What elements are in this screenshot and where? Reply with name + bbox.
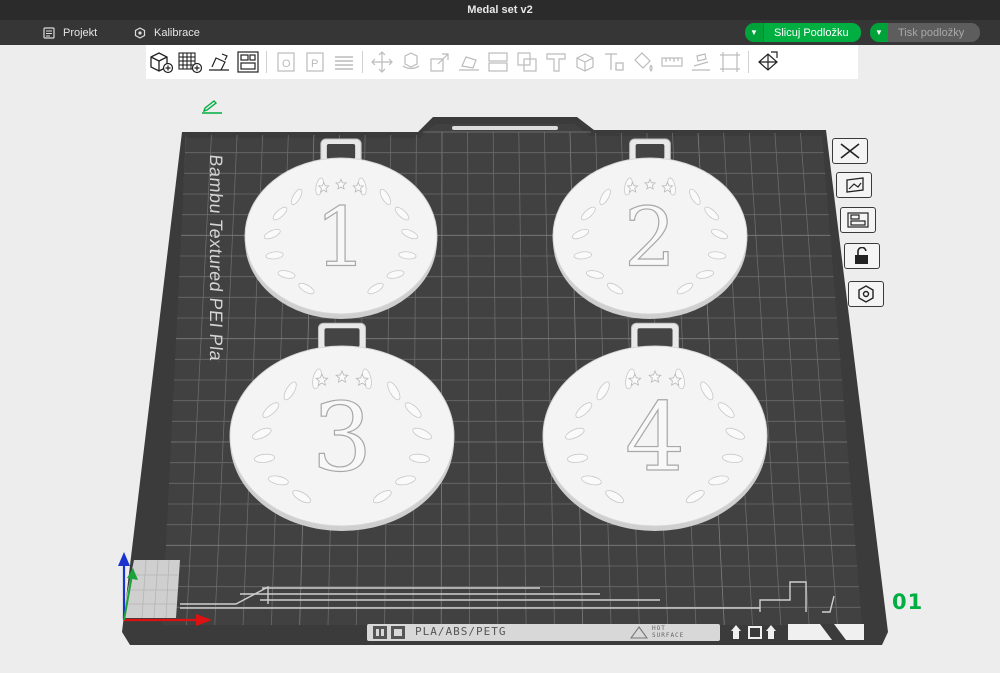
medal-hanger-hole bbox=[326, 144, 356, 159]
boolean-icon[interactable] bbox=[512, 48, 541, 77]
object-settings-icon[interactable]: O bbox=[271, 48, 300, 77]
medal-hanger-hole bbox=[637, 328, 673, 347]
bambu-logo-icon bbox=[373, 626, 405, 639]
medal-number: 4 bbox=[625, 383, 685, 493]
pick-plate-button[interactable] bbox=[836, 172, 872, 198]
add-cube-icon[interactable] bbox=[146, 48, 175, 77]
move-icon[interactable] bbox=[367, 48, 396, 77]
hot-surface-label: HOT SURFACE bbox=[652, 625, 684, 639]
support-paint-icon[interactable] bbox=[541, 48, 570, 77]
medal-hanger-hole bbox=[635, 144, 665, 159]
warning-icon bbox=[630, 626, 648, 639]
slice-plate-label: Slicuj Podložku bbox=[764, 23, 861, 42]
slice-plate-button[interactable]: ▼ Slicuj Podložku bbox=[745, 23, 861, 42]
chevron-down-icon[interactable]: ▼ bbox=[745, 23, 764, 42]
lay-on-face-icon[interactable] bbox=[454, 48, 483, 77]
menu-calibration[interactable]: Kalibrace bbox=[134, 20, 200, 45]
close-plate-button[interactable] bbox=[832, 138, 868, 164]
calibration-icon bbox=[134, 26, 146, 39]
filament-types-label: PLA/ABS/PETG bbox=[415, 625, 507, 638]
emboss-icon[interactable] bbox=[715, 48, 744, 77]
print-plate-button[interactable]: ▼ Tisk podložky bbox=[870, 23, 981, 42]
print-plate-label: Tisk podložky bbox=[888, 23, 981, 42]
arrange-plate-button[interactable] bbox=[840, 207, 876, 233]
plate-bottom-label: PLA/ABS/PETG HOT SURFACE bbox=[367, 624, 720, 641]
plate-type-label: Bambu Textured PEI Plate bbox=[206, 154, 226, 362]
toolbar-divider bbox=[266, 51, 267, 73]
menu-project-label: Projekt bbox=[63, 26, 98, 39]
plate-settings-icon bbox=[858, 285, 874, 303]
toolbar-divider bbox=[362, 51, 363, 73]
plate-stripe-mark bbox=[788, 624, 864, 640]
toolbar: O P bbox=[146, 45, 858, 79]
hot-surface-line1: HOT bbox=[652, 625, 666, 632]
svg-text:O: O bbox=[282, 58, 291, 70]
medal-hanger-hole bbox=[324, 328, 360, 347]
lock-plate-button[interactable] bbox=[844, 243, 880, 269]
chevron-down-icon[interactable]: ▼ bbox=[870, 23, 888, 42]
plate-settings-icon[interactable]: P bbox=[300, 48, 329, 77]
plate-settings-button[interactable] bbox=[848, 281, 884, 307]
add-plate-grid-icon[interactable] bbox=[175, 48, 204, 77]
split-view-icon[interactable] bbox=[753, 48, 782, 77]
hot-surface-line2: SURFACE bbox=[652, 632, 685, 639]
lock-plate-icon bbox=[855, 247, 868, 264]
project-icon bbox=[43, 26, 55, 39]
svg-text:P: P bbox=[311, 58, 318, 70]
text-icon[interactable] bbox=[599, 48, 628, 77]
color-paint-icon[interactable] bbox=[628, 48, 657, 77]
window-title: Medal set v2 bbox=[467, 4, 533, 16]
auto-orient-icon[interactable] bbox=[204, 48, 233, 77]
build-plate-viewport[interactable]: 1 2 3 4 bbox=[0, 80, 1000, 673]
scale-icon[interactable] bbox=[425, 48, 454, 77]
window-title-bar: Medal set v2 bbox=[0, 0, 1000, 20]
toolbar-divider bbox=[748, 51, 749, 73]
medal-number: 2 bbox=[624, 191, 676, 286]
plate-type-text: Bambu Textured PEI Plate bbox=[206, 154, 226, 362]
rotate-icon[interactable] bbox=[396, 48, 425, 77]
medal-number: 1 bbox=[315, 191, 367, 286]
menu-calibration-label: Kalibrace bbox=[154, 26, 200, 39]
menu-project[interactable]: Projekt bbox=[43, 20, 97, 45]
assembly-icon[interactable] bbox=[686, 48, 715, 77]
seam-paint-icon[interactable] bbox=[570, 48, 599, 77]
arrange-plate-icon bbox=[847, 212, 869, 228]
measure-icon[interactable] bbox=[657, 48, 686, 77]
arrange-icon[interactable] bbox=[233, 48, 262, 77]
pick-plate-icon bbox=[846, 177, 864, 193]
cut-icon[interactable] bbox=[483, 48, 512, 77]
menu-bar: Projekt Kalibrace ▼ Slicuj Podložku ▼ Ti… bbox=[0, 20, 1000, 45]
medal-number: 3 bbox=[312, 383, 372, 493]
plate-number: 01 bbox=[892, 590, 924, 614]
layers-icon[interactable] bbox=[329, 48, 358, 77]
close-plate-icon bbox=[840, 143, 860, 159]
plate-bottom-icons bbox=[731, 625, 776, 639]
